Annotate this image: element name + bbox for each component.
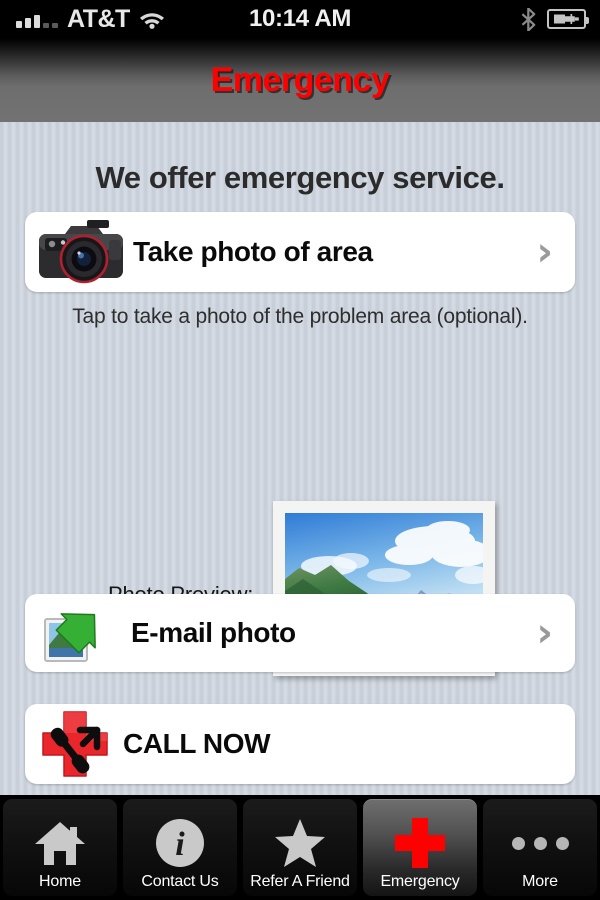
svg-text:i: i [175,826,185,863]
tab-emergency-label: Emergency [380,873,460,890]
take-photo-button[interactable]: Take photo of area › [25,212,575,292]
tab-refer-a-friend-label: Refer A Friend [250,873,350,890]
battery-charging-icon [547,9,589,29]
chevron-right-icon: › [536,610,553,656]
phone-medical-cross-icon [39,708,111,780]
tab-home[interactable]: Home [3,799,117,896]
nav-header: Emergency [0,38,600,122]
info-circle-icon: i [155,815,205,871]
email-photo-label: E-mail photo [131,617,296,648]
tab-home-label: Home [39,873,81,890]
tab-more[interactable]: More [483,799,597,896]
tab-contact-us[interactable]: i Contact Us [123,799,237,896]
call-now-label: CALL NOW [123,728,271,759]
tab-bar: Home i Contact Us Refer A Friend Emergen… [0,795,600,900]
tab-contact-us-label: Contact Us [141,873,219,890]
status-bar: AT&T 10:14 AM [0,0,600,38]
status-bar-clock: 10:14 AM [248,5,352,32]
ellipsis-icon [511,815,569,871]
medical-cross-icon [394,815,446,871]
tab-more-label: More [522,873,558,890]
bluetooth-icon [521,6,536,32]
status-bar-right [521,6,600,32]
chevron-right-icon: › [536,229,553,275]
camera-icon [35,218,127,286]
home-icon [34,815,86,871]
take-photo-hint: Tap to take a photo of the problem area … [72,305,528,328]
content-area: We offer emergency service. Take photo o… [0,122,600,795]
headline: We offer emergency service. [95,160,505,195]
take-photo-label: Take photo of area [133,236,373,267]
photo-share-arrow-icon [43,603,111,663]
page-title: Emergency [210,60,390,99]
tab-refer-a-friend[interactable]: Refer A Friend [243,799,357,896]
star-icon [273,815,327,871]
call-now-button[interactable]: CALL NOW [25,704,575,784]
tab-emergency[interactable]: Emergency [363,799,477,896]
email-photo-button[interactable]: E-mail photo › [25,594,575,672]
